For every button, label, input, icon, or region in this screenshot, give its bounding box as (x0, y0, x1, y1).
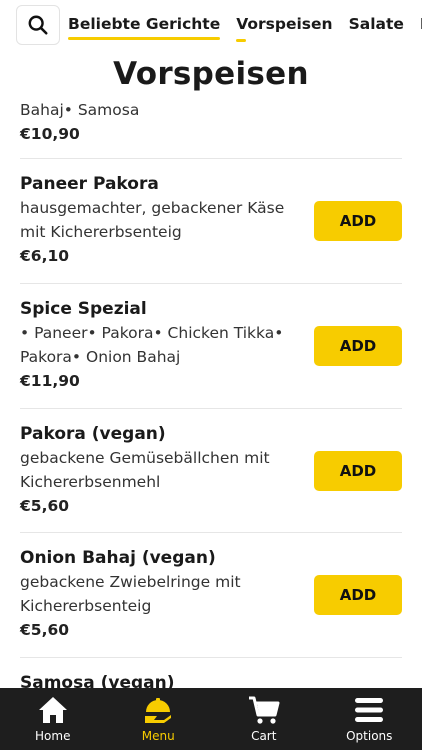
item-price: €11,90 (20, 372, 80, 390)
search-button[interactable] (16, 5, 60, 45)
top-bar: Beliebte Gerichte Vorspeisen Salate In (0, 0, 422, 50)
item-name: Onion Bahaj (vegan) (20, 548, 216, 568)
item-name: Spice Spezial (20, 299, 147, 319)
item-price: €5,60 (20, 621, 70, 639)
cart-icon (248, 693, 280, 727)
menu-icon (142, 693, 174, 727)
item-price: €6,10 (20, 247, 70, 265)
item-description: gebackene Gemüsebällchen mit Kichererbse… (20, 449, 270, 491)
item-name: Samosa (vegan) (20, 673, 175, 688)
home-icon (37, 693, 69, 727)
add-button[interactable]: ADD (314, 575, 402, 615)
menu-item: Pakora (vegan) gebackene Gemüsebällchen … (20, 409, 402, 533)
item-description: Bahaj• Samosa (20, 101, 140, 119)
tab-beliebte-gerichte[interactable]: Beliebte Gerichte (68, 15, 221, 40)
item-name: Pakora (vegan) (20, 424, 166, 444)
item-description: • Paneer• Pakora• Chicken Tikka• Pakora•… (20, 324, 284, 366)
menu-item-list: Bahaj• Samosa €10,90 Paneer Pakora hausg… (0, 92, 422, 688)
nav-menu[interactable]: Menu (106, 688, 212, 750)
tab-salate[interactable]: Salate (349, 15, 404, 35)
nav-options-label: Options (346, 729, 393, 743)
menu-item: Onion Bahaj (vegan) gebackene Zwiebelrin… (20, 533, 402, 658)
menu-item: Samosa (vegan) (20, 658, 402, 688)
nav-cart[interactable]: Cart (211, 688, 317, 750)
nav-home-label: Home (35, 729, 71, 743)
item-description: gebackene Zwiebelringe mit Kichererbsent… (20, 573, 241, 615)
item-name: Paneer Pakora (20, 174, 159, 194)
menu-item: Spice Spezial • Paneer• Pakora• Chicken … (20, 284, 402, 409)
options-icon (353, 693, 385, 727)
add-button[interactable]: ADD (314, 451, 402, 491)
tab-vorspeisen[interactable]: Vorspeisen (236, 15, 333, 42)
nav-home[interactable]: Home (0, 688, 106, 750)
item-description: hausgemachter, gebackener Käse mit Kiche… (20, 199, 285, 241)
add-button[interactable]: ADD (314, 326, 402, 366)
search-icon (28, 15, 48, 35)
nav-menu-label: Menu (141, 729, 175, 743)
add-button[interactable]: ADD (314, 201, 402, 241)
nav-cart-label: Cart (251, 729, 277, 743)
bottom-nav: Home Menu Cart Options (0, 688, 422, 750)
section-title: Vorspeisen (0, 52, 422, 98)
category-tabs: Beliebte Gerichte Vorspeisen Salate In (68, 0, 422, 50)
nav-options[interactable]: Options (317, 688, 422, 750)
menu-item: Bahaj• Samosa €10,90 (20, 98, 402, 159)
item-price: €10,90 (20, 125, 80, 143)
item-price: €5,60 (20, 497, 70, 515)
menu-item: Paneer Pakora hausgemachter, gebackener … (20, 159, 402, 284)
